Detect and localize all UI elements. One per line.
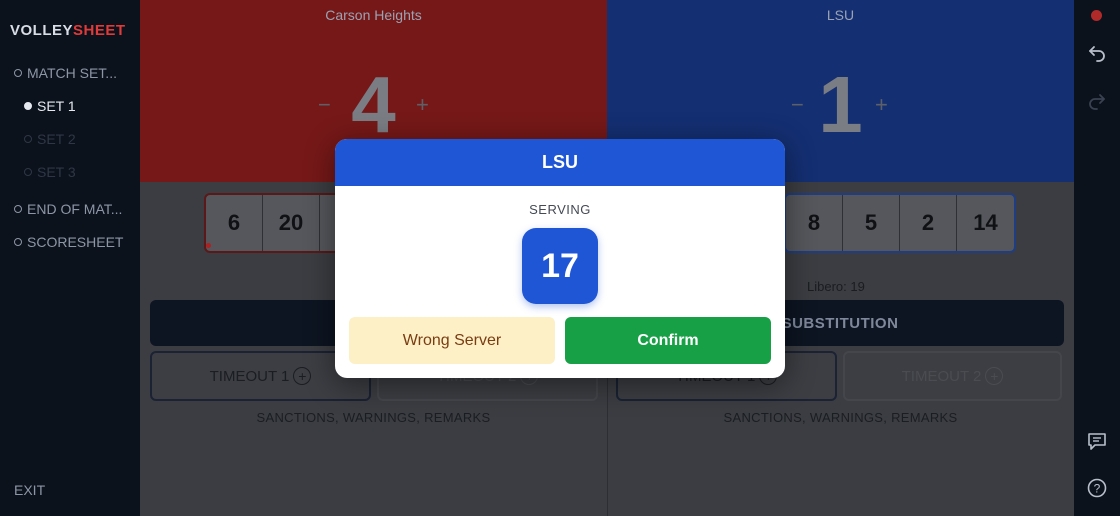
away-team-name: LSU — [826, 7, 855, 23]
home-team-name: Carson Heights — [325, 7, 422, 23]
lineup-cell[interactable]: 20 — [263, 195, 320, 251]
away-score: 1 — [818, 60, 863, 149]
sidebar-item-label: MATCH SET... — [27, 65, 117, 81]
lineup-cell[interactable]: 6 — [206, 195, 263, 251]
server-number-badge[interactable]: 17 — [522, 228, 598, 304]
app-logo: VOLLEYSHEET — [10, 22, 126, 39]
timeout-label: TIMEOUT 1 — [209, 367, 290, 385]
sidebar-item-scoresheet[interactable]: SCORESHEET — [14, 234, 123, 250]
circle-icon — [14, 205, 22, 213]
plus-circle-icon: + — [985, 367, 1004, 385]
lineup-cell[interactable]: 14 — [957, 195, 1014, 251]
record-dot-icon — [1091, 10, 1102, 21]
serving-label: SERVING — [529, 202, 591, 217]
sidebar-item-label: SCORESHEET — [27, 234, 124, 250]
exit-button[interactable]: EXIT — [14, 482, 45, 498]
dialog-title: LSU — [335, 139, 785, 186]
serving-confirm-dialog: LSU SERVING 17 Wrong Server Confirm — [335, 139, 785, 378]
svg-text:?: ? — [1094, 482, 1101, 496]
sidebar-item-label: SET 1 — [37, 98, 76, 114]
sidebar-item-end-of-match[interactable]: END OF MAT... — [14, 201, 122, 217]
sidebar-item-set-3[interactable]: SET 3 — [24, 164, 76, 180]
undo-icon[interactable] — [1085, 40, 1109, 64]
logo-volley: VOLLEY — [10, 22, 74, 39]
serve-indicator-dot — [206, 243, 211, 248]
lineup-cell[interactable]: 5 — [843, 195, 900, 251]
lineup-cell[interactable]: 2 — [900, 195, 957, 251]
lineup-cell[interactable]: 8 — [786, 195, 843, 251]
comment-icon[interactable] — [1085, 429, 1109, 453]
filled-circle-icon — [24, 102, 32, 110]
help-icon[interactable]: ? — [1085, 476, 1109, 500]
away-score-plus-button[interactable]: + — [875, 92, 888, 118]
sidebar-item-label: SET 3 — [37, 164, 76, 180]
away-timeout-2-button[interactable]: TIMEOUT 2 + — [843, 351, 1062, 401]
sidebar-item-set-2[interactable]: SET 2 — [24, 131, 76, 147]
plus-circle-icon: + — [293, 367, 312, 385]
substitution-label: SUBSTITUTION — [781, 314, 899, 332]
away-sanctions-link[interactable]: SANCTIONS, WARNINGS, REMARKS — [607, 410, 1074, 425]
confirm-button[interactable]: Confirm — [565, 317, 771, 364]
circle-icon — [14, 238, 22, 246]
sidebar-item-set-1[interactable]: SET 1 — [24, 98, 76, 114]
away-libero-label: Libero: 19 — [807, 279, 865, 294]
sidebar-item-label: SET 2 — [37, 131, 76, 147]
sidebar-item-label: END OF MAT... — [27, 201, 123, 217]
redo-icon[interactable] — [1085, 88, 1109, 112]
away-lineup: 8 5 2 14 — [784, 193, 1016, 253]
right-toolbar: ? — [1074, 0, 1120, 516]
circle-icon — [24, 135, 32, 143]
wrong-server-button[interactable]: Wrong Server — [349, 317, 555, 364]
sidebar: VOLLEYSHEET MATCH SET... SET 1 SET 2 SET… — [0, 0, 140, 516]
timeout-label: TIMEOUT 2 — [901, 367, 982, 385]
logo-sheet: SHEET — [73, 22, 126, 39]
circle-icon — [24, 168, 32, 176]
home-score-plus-button[interactable]: + — [416, 92, 429, 118]
sidebar-item-match-setup[interactable]: MATCH SET... — [14, 65, 117, 81]
app: VOLLEYSHEET MATCH SET... SET 1 SET 2 SET… — [0, 0, 1120, 516]
home-score: 4 — [351, 60, 396, 149]
home-sanctions-link[interactable]: SANCTIONS, WARNINGS, REMARKS — [140, 410, 607, 425]
circle-icon — [14, 69, 22, 77]
